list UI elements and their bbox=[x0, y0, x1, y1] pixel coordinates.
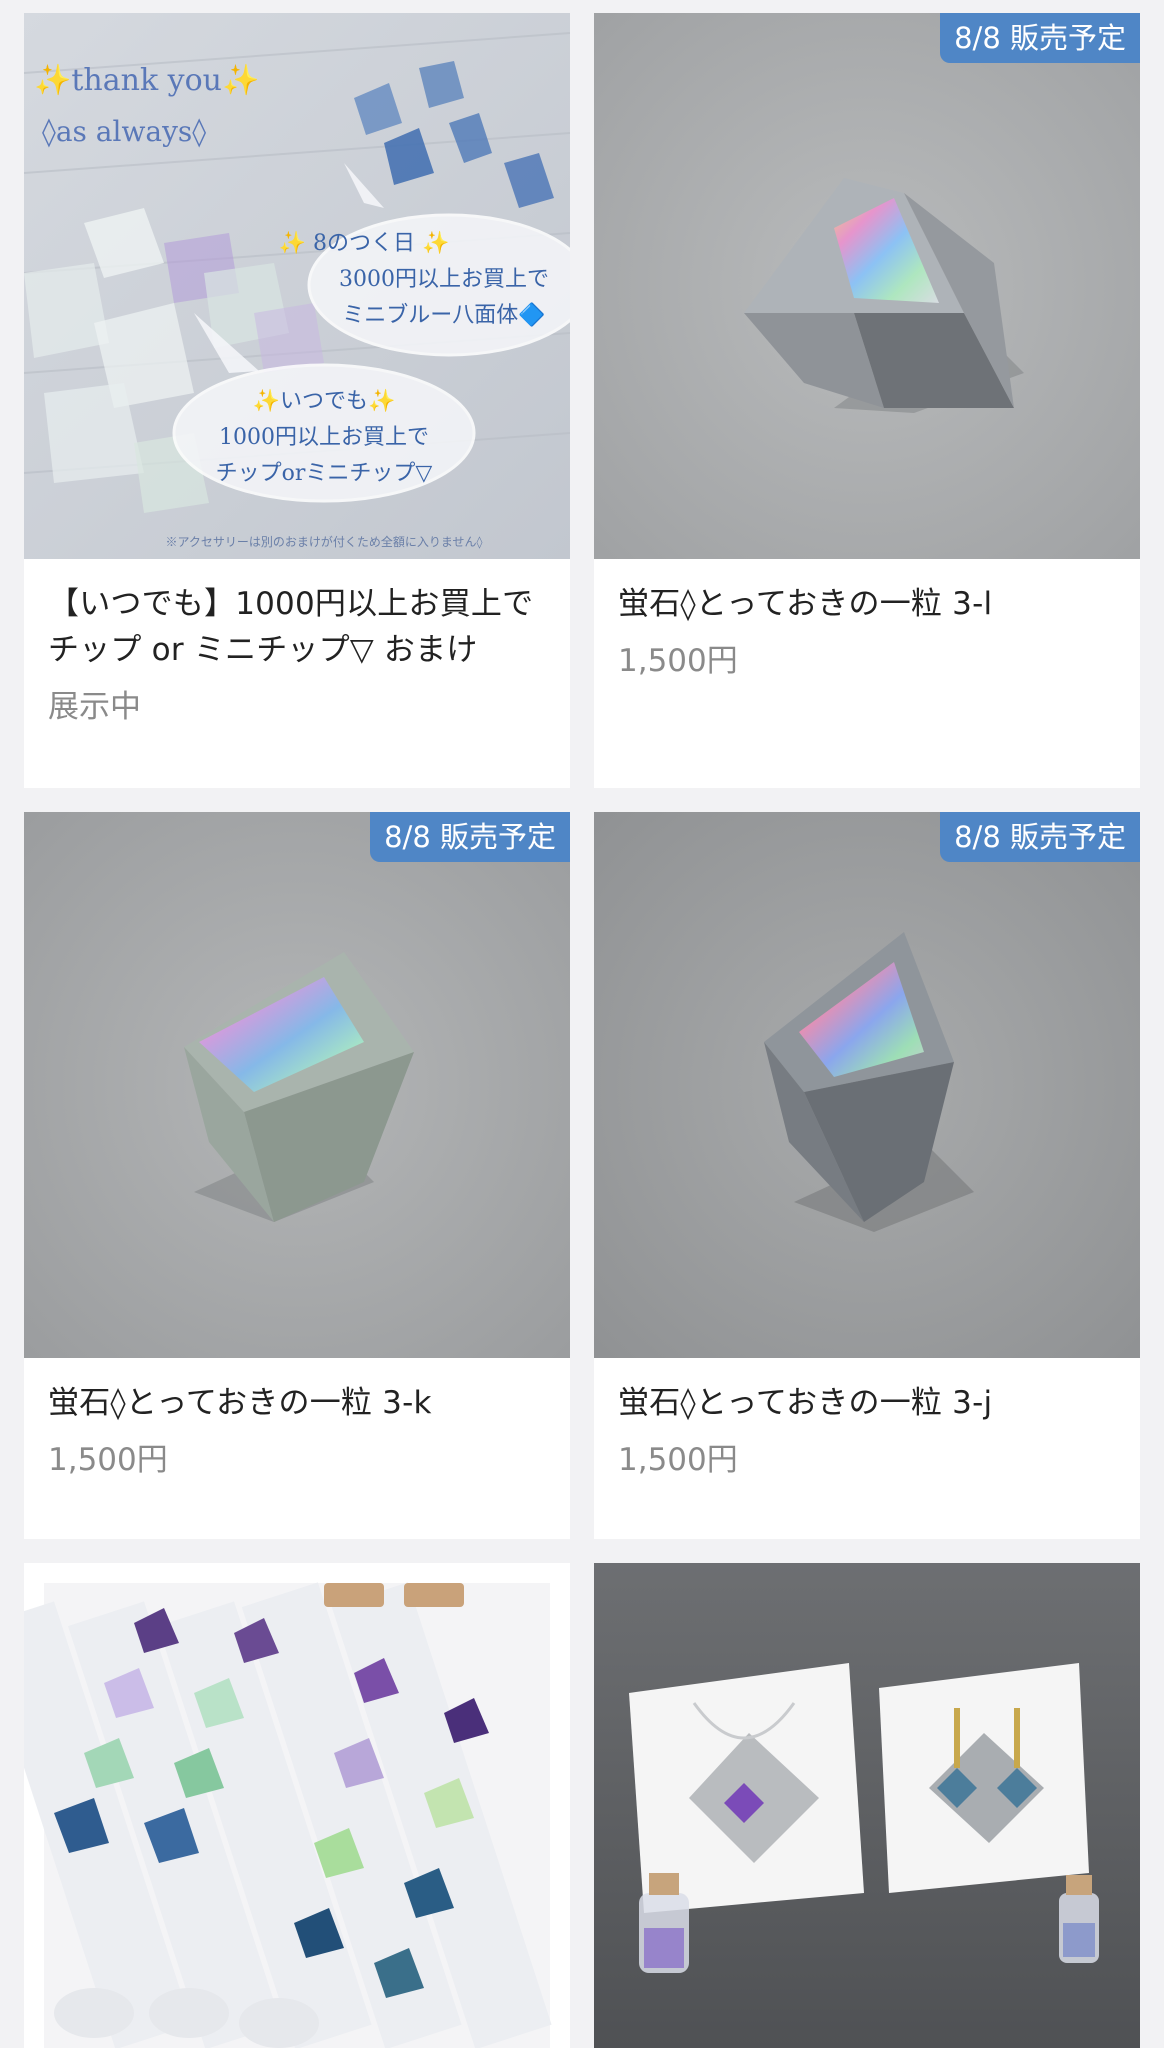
product-title[interactable]: 蛍石◊とっておきの一粒 3-l bbox=[618, 581, 1116, 627]
product-image[interactable]: 8/8 販売予定 bbox=[594, 13, 1140, 559]
release-date-badge: 8/8 販売予定 bbox=[940, 812, 1140, 862]
product-card[interactable]: ✨thank you✨ ◊as always◊ ✨ 8のつく日 ✨ 3000円以… bbox=[24, 13, 570, 788]
product-status: 展示中 bbox=[48, 689, 141, 725]
product-card[interactable]: 8/8 販売予定 蛍石◊とっておきの一粒 3-k 1,500円 bbox=[24, 812, 570, 1539]
product-image[interactable] bbox=[594, 1563, 1140, 2048]
product-image[interactable]: 8/8 販売予定 bbox=[24, 812, 570, 1358]
product-grid: ✨thank you✨ ◊as always◊ ✨ 8のつく日 ✨ 3000円以… bbox=[0, 0, 1164, 2048]
product-price: 1,500円 bbox=[48, 1442, 168, 1478]
product-image[interactable]: 8/8 販売予定 bbox=[594, 812, 1140, 1358]
product-price: 1,500円 bbox=[618, 1442, 738, 1478]
product-image[interactable] bbox=[24, 1563, 570, 2048]
promo-bubble1-line3: ミニブルー八面体🔷 bbox=[342, 303, 546, 328]
fluorite-octahedron-photo-icon bbox=[594, 13, 1140, 559]
promo-heading-line1: ✨thank you✨ bbox=[34, 63, 260, 98]
fluorite-octahedron-photo-icon bbox=[24, 812, 570, 1358]
product-title[interactable]: 蛍石◊とっておきの一粒 3-k bbox=[48, 1380, 546, 1426]
promo-bubble1-line2: 3000円以上お買上で bbox=[339, 267, 549, 292]
promo-heading-line2: ◊as always◊ bbox=[42, 115, 207, 148]
product-title[interactable]: 【いつでも】1000円以上お買上でチップ or ミニチップ▽ おまけ bbox=[48, 581, 546, 673]
product-image[interactable]: ✨thank you✨ ◊as always◊ ✨ 8のつく日 ✨ 3000円以… bbox=[24, 13, 570, 559]
promo-bubble2-line2: 1000円以上お買上で bbox=[219, 425, 429, 450]
promo-bubble2-line1: ✨いつでも✨ bbox=[252, 389, 396, 414]
release-date-badge: 8/8 販売予定 bbox=[370, 812, 570, 862]
fluorite-vials-photo-icon bbox=[24, 1563, 570, 2048]
product-price: 1,500円 bbox=[618, 643, 738, 679]
promo-bubble1-line1: ✨ 8のつく日 ✨ bbox=[278, 231, 450, 256]
product-card[interactable]: 8/8 販売予定 蛍石◊とっておきの一粒 3-l 1,500円 bbox=[594, 13, 1140, 788]
release-date-badge: 8/8 販売予定 bbox=[940, 13, 1140, 63]
product-title[interactable]: 蛍石◊とっておきの一粒 3-j bbox=[618, 1380, 1116, 1426]
fluorite-octahedron-photo-icon bbox=[594, 812, 1140, 1358]
product-card[interactable] bbox=[594, 1563, 1140, 2048]
promo-bubble2-line3: チップorミニチップ▽ bbox=[215, 461, 433, 486]
promo-footnote: ※アクセサリーは別のおまけが付くため全額に入りません◊ bbox=[165, 535, 483, 549]
product-card[interactable] bbox=[24, 1563, 570, 2048]
fluorite-jewelry-display-photo-icon bbox=[594, 1563, 1140, 2048]
product-card[interactable]: 8/8 販売予定 蛍石◊とっておきの一粒 3-j 1,500円 bbox=[594, 812, 1140, 1539]
